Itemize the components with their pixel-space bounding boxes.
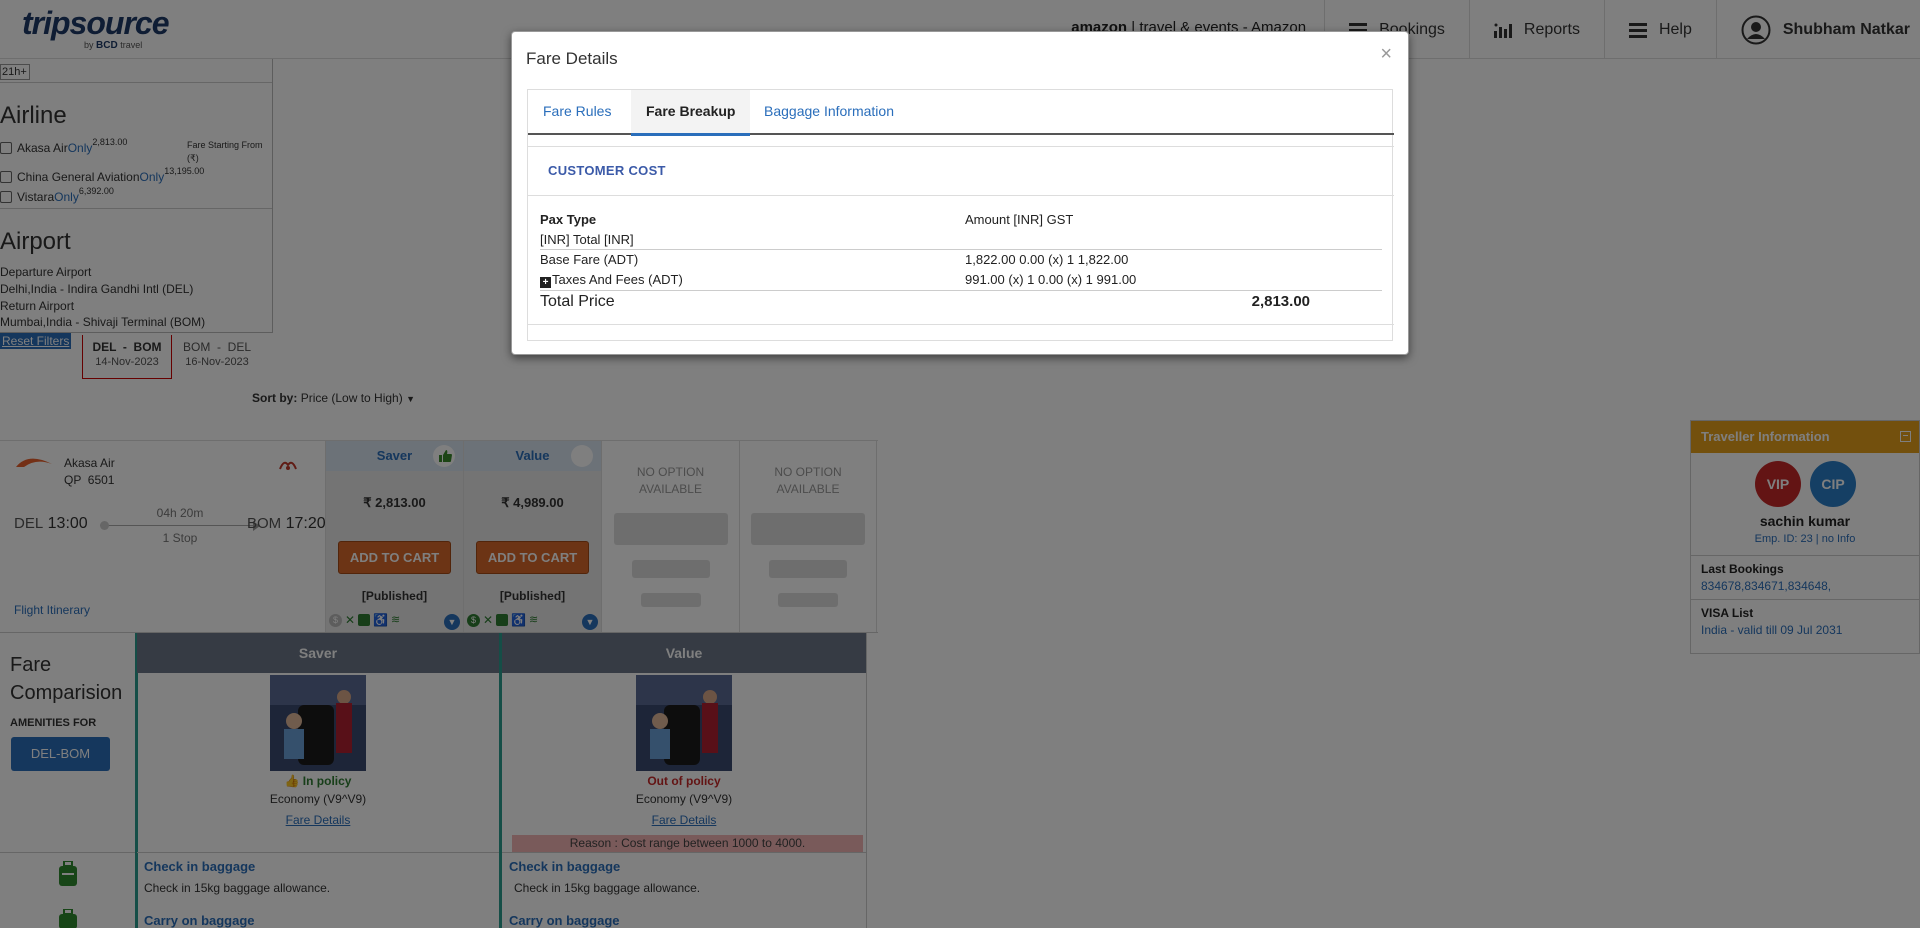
close-icon[interactable]: × [1380,44,1392,64]
total-price-value: 2,813.00 [1251,293,1310,310]
taxes-row[interactable]: + Taxes And Fees (ADT) [540,272,683,288]
base-fare-label: Base Fare (ADT) [540,252,639,267]
fare-details-modal: Fare Details × Fare Rules Fare Breakup B… [511,31,1409,355]
modal-title: Fare Details [526,49,618,68]
modal-content: Fare Rules Fare Breakup Baggage Informat… [527,89,1394,341]
tab-baggage-information[interactable]: Baggage Information [749,90,909,135]
taxes-value: 991.00 (x) 1 0.00 (x) 1 991.00 [965,272,1137,287]
pax-type-header: Pax Type [540,212,597,227]
amount-subheader: [INR] Total [INR] [540,232,634,247]
customer-cost-header: CUSTOMER COST [528,146,1394,196]
amount-header: Amount [INR] GST [965,212,1074,227]
tab-fare-breakup[interactable]: Fare Breakup [631,90,751,136]
expand-plus-icon[interactable]: + [540,277,551,288]
tab-fare-rules[interactable]: Fare Rules [528,90,626,135]
total-price-label: Total Price [540,293,615,310]
tab-bar: Fare Rules Fare Breakup Baggage Informat… [528,90,1394,136]
section-title: CUSTOMER COST [548,163,666,178]
base-fare-value: 1,822.00 0.00 (x) 1 1,822.00 [965,252,1129,267]
